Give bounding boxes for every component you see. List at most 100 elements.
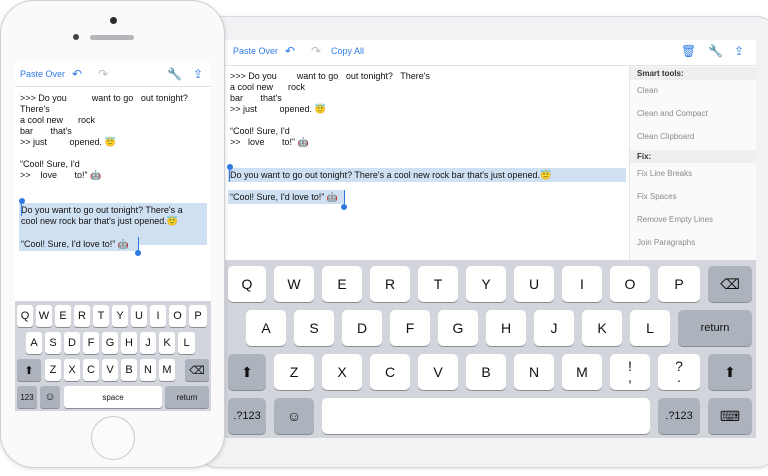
ipad-text-editor[interactable]: >>> Do you want to go out tonight? There… xyxy=(230,71,626,148)
space-key[interactable] xyxy=(322,398,650,434)
emoji-key[interactable]: ☺ xyxy=(274,398,314,434)
key-v[interactable]: V xyxy=(102,359,118,381)
backspace-key[interactable]: ⌫ xyxy=(708,266,752,302)
text-line: >> just opened. 😇 xyxy=(20,137,116,147)
key-h[interactable]: H xyxy=(486,310,526,346)
share-icon[interactable]: ⇪ xyxy=(734,44,744,58)
paste-over-button[interactable]: Paste Over xyxy=(20,69,65,79)
selection-end-handle[interactable] xyxy=(341,204,347,210)
shift-key-right[interactable]: ⬆ xyxy=(708,354,752,390)
backspace-key[interactable]: ⌫ xyxy=(185,359,209,381)
copy-all-button[interactable]: Copy All xyxy=(331,46,364,56)
key-i[interactable]: I xyxy=(562,266,602,302)
home-button[interactable] xyxy=(91,416,135,460)
emoji-key[interactable]: ☺ xyxy=(40,386,60,408)
remove-empty-lines-button[interactable]: Remove Empty Lines xyxy=(637,215,713,224)
speaker xyxy=(90,35,134,40)
wrench-icon[interactable]: 🔧 xyxy=(708,44,723,58)
key-y[interactable]: Y xyxy=(466,266,506,302)
key-f[interactable]: F xyxy=(390,310,430,346)
selection-start-handle[interactable] xyxy=(19,198,25,204)
key-y[interactable]: Y xyxy=(112,305,128,327)
share-icon[interactable]: ⇪ xyxy=(193,67,203,81)
key-w[interactable]: W xyxy=(36,305,52,327)
undo-icon[interactable]: ↶ xyxy=(285,44,295,58)
key-r[interactable]: R xyxy=(74,305,90,327)
key-z[interactable]: Z xyxy=(274,354,314,390)
shift-key-left[interactable]: ⬆ xyxy=(228,354,266,390)
key-t[interactable]: T xyxy=(93,305,109,327)
key-l[interactable]: L xyxy=(178,332,195,354)
key-s[interactable]: S xyxy=(45,332,61,354)
key-r[interactable]: R xyxy=(370,266,410,302)
key-c[interactable]: C xyxy=(370,354,410,390)
key-v[interactable]: V xyxy=(418,354,458,390)
undo-icon[interactable]: ↶ xyxy=(72,67,82,81)
key-b[interactable]: B xyxy=(466,354,506,390)
return-key[interactable]: return xyxy=(678,310,752,346)
key-w[interactable]: W xyxy=(274,266,314,302)
key-b[interactable]: B xyxy=(121,359,137,381)
key-d[interactable]: D xyxy=(342,310,382,346)
key-e[interactable]: E xyxy=(322,266,362,302)
clean-and-compact-button[interactable]: Clean and Compact xyxy=(637,109,708,118)
key-n[interactable]: N xyxy=(514,354,554,390)
key-d[interactable]: D xyxy=(64,332,80,354)
trash-icon[interactable]: 🗑 xyxy=(681,44,696,58)
selected-text-line: “Cool! Sure, I'd love to!” 🤖 xyxy=(230,192,338,202)
key-o[interactable]: O xyxy=(169,305,186,327)
key-z[interactable]: Z xyxy=(45,359,61,381)
key-x[interactable]: X xyxy=(322,354,362,390)
key-question-period[interactable]: ? . xyxy=(658,354,700,390)
key-h[interactable]: H xyxy=(121,332,137,354)
clean-clipboard-button[interactable]: Clean Clipboard xyxy=(637,132,694,141)
key-j[interactable]: J xyxy=(140,332,156,354)
key-e[interactable]: E xyxy=(55,305,71,327)
shift-key[interactable]: ⬆ xyxy=(17,359,41,381)
selected-text-line: “Cool! Sure, I'd love to!” 🤖 xyxy=(21,239,129,249)
key-t[interactable]: T xyxy=(418,266,458,302)
numbers-key-left[interactable]: .?123 xyxy=(228,398,266,434)
wrench-icon[interactable]: 🔧 xyxy=(167,67,182,81)
key-k[interactable]: K xyxy=(159,332,175,354)
key-q[interactable]: Q xyxy=(228,266,266,302)
key-p[interactable]: P xyxy=(189,305,207,327)
selection-end-bar xyxy=(344,190,345,204)
key-g[interactable]: G xyxy=(102,332,118,354)
key-g[interactable]: G xyxy=(438,310,478,346)
key-k[interactable]: K xyxy=(582,310,622,346)
key-m[interactable]: M xyxy=(562,354,602,390)
key-s[interactable]: S xyxy=(294,310,334,346)
key-exclamation-comma[interactable]: ! , xyxy=(610,354,650,390)
selection-end-handle[interactable] xyxy=(135,250,141,256)
numbers-key[interactable]: 123 xyxy=(17,386,37,408)
key-i[interactable]: I xyxy=(150,305,166,327)
key-p[interactable]: P xyxy=(658,266,700,302)
text-line: a cool new rock xyxy=(230,82,306,92)
numbers-key-right[interactable]: .?123 xyxy=(658,398,700,434)
dismiss-keyboard-key[interactable]: ⌨ xyxy=(708,398,752,434)
key-l[interactable]: L xyxy=(630,310,670,346)
key-u[interactable]: U xyxy=(131,305,147,327)
paste-over-button[interactable]: Paste Over xyxy=(233,46,278,56)
join-paragraphs-button[interactable]: Join Paragraphs xyxy=(637,238,695,247)
selection-start-handle[interactable] xyxy=(227,164,233,170)
key-q[interactable]: Q xyxy=(17,305,33,327)
smart-tools-header: Smart tools: xyxy=(630,67,756,80)
fix-line-breaks-button[interactable]: Fix Line Breaks xyxy=(637,169,692,178)
key-a[interactable]: A xyxy=(26,332,42,354)
key-c[interactable]: C xyxy=(83,359,99,381)
iphone-text-editor[interactable]: >>> Do you want to go out tonight? There… xyxy=(20,93,206,181)
clean-button[interactable]: Clean xyxy=(637,86,658,95)
key-o[interactable]: O xyxy=(610,266,650,302)
key-f[interactable]: F xyxy=(83,332,99,354)
space-key[interactable]: space xyxy=(64,386,162,408)
key-m[interactable]: M xyxy=(159,359,175,381)
key-x[interactable]: X xyxy=(64,359,80,381)
key-a[interactable]: A xyxy=(246,310,286,346)
key-u[interactable]: U xyxy=(514,266,554,302)
return-key[interactable]: return xyxy=(165,386,209,408)
fix-spaces-button[interactable]: Fix Spaces xyxy=(637,192,677,201)
key-n[interactable]: N xyxy=(140,359,156,381)
key-j[interactable]: J xyxy=(534,310,574,346)
